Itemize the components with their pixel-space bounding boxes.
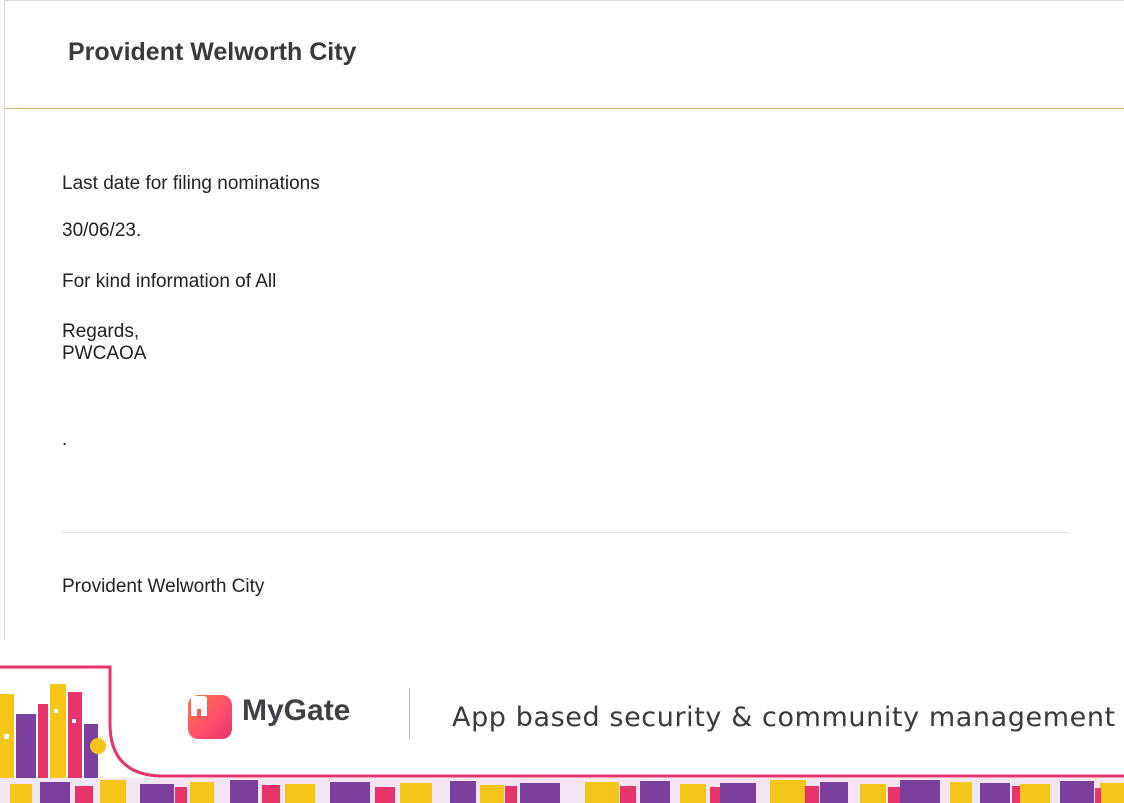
brand-name: MyGate [242,694,351,727]
footer-divider [62,532,1069,533]
message-trailing: . [62,429,68,450]
page-title: Provident Welworth City [68,38,357,66]
message-line-1: Last date for filing nominations [62,173,320,194]
email-header: Provident Welworth City [5,1,1124,109]
city-skyline-illustration [0,665,1124,803]
mygate-logo-icon [188,695,232,739]
banner-tagline: App based security & community managemen… [452,702,1116,733]
mygate-banner: MyGate App based security & community ma… [0,664,1124,803]
banner-separator [409,688,410,740]
message-date: 30/06/23. [62,220,142,241]
email-card: Provident Welworth City Last date for fi… [4,0,1124,640]
message-signature: Regards, PWCAOA [62,321,147,364]
door-icon [191,696,207,716]
message-line-3: For kind information of All [62,271,277,292]
footer-society-name: Provident Welworth City [62,576,265,597]
